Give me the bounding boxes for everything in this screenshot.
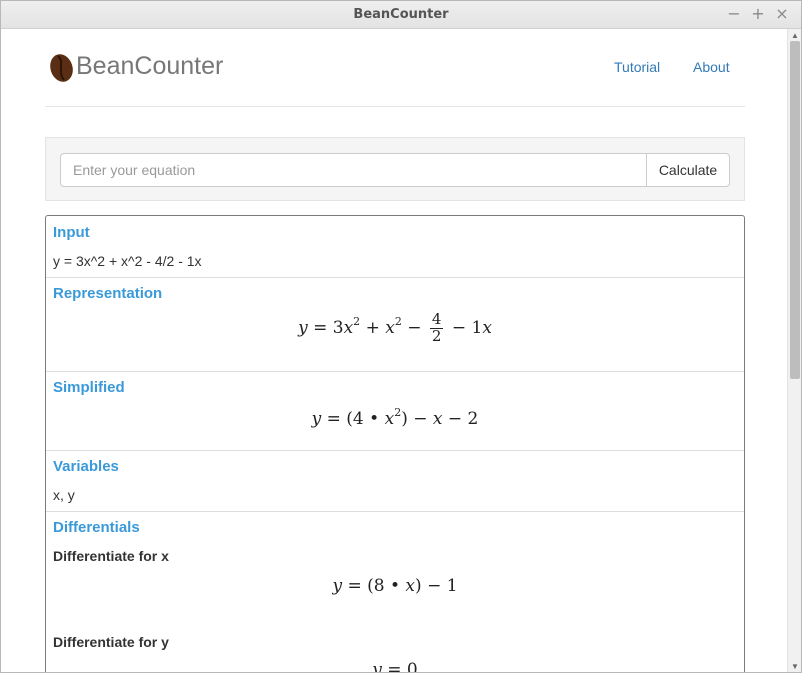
site-header: BeanCounter Tutorial About xyxy=(45,29,745,107)
close-button[interactable]: × xyxy=(772,5,792,23)
window-title: BeanCounter xyxy=(353,7,449,22)
input-echo: y = 3x^2 + x^2 - 4/2 - 1x xyxy=(53,253,202,269)
section-title-simplified: Simplified xyxy=(53,379,125,396)
differentials-section: Differentials Differentiate for x y = (8… xyxy=(46,512,744,673)
equation-form: Calculate xyxy=(45,137,745,201)
fraction: 42 xyxy=(429,310,444,345)
nav-link-tutorial[interactable]: Tutorial xyxy=(614,59,660,75)
page-content: BeanCounter Tutorial About Calculate Inp… xyxy=(1,29,787,673)
simplified-formula: y = (4 • x2) − x − 2 xyxy=(311,406,479,429)
variables-section: Variables x, y xyxy=(46,451,744,512)
brand-name[interactable]: BeanCounter xyxy=(76,52,223,81)
section-title-input: Input xyxy=(53,224,90,241)
minimize-button[interactable]: − xyxy=(724,5,744,23)
representation-section: Representation y = 3x2 + x2 − 42 − 1x xyxy=(46,278,744,372)
app-window: BeanCounter − + × BeanCounter Tutorial A… xyxy=(0,0,802,673)
section-title-differentials: Differentials xyxy=(53,519,140,536)
results-panel: Input y = 3x^2 + x^2 - 4/2 - 1x Represen… xyxy=(45,215,745,673)
differentiate-y-label: Differentiate for y xyxy=(53,634,169,650)
section-title-representation: Representation xyxy=(53,285,163,302)
differential-y-formula: y = 0 xyxy=(372,660,418,673)
simplified-section: Simplified y = (4 • x2) − x − 2 xyxy=(46,372,744,451)
input-section: Input y = 3x^2 + x^2 - 4/2 - 1x xyxy=(46,216,744,278)
section-title-variables: Variables xyxy=(53,458,119,475)
representation-formula: y = 3x2 + x2 − 42 − 1x xyxy=(298,310,492,345)
differentiate-x-label: Differentiate for x xyxy=(53,548,169,564)
differential-x-formula: y = (8 • x) − 1 xyxy=(332,576,458,596)
variables-list: x, y xyxy=(53,487,75,503)
title-bar[interactable]: BeanCounter − + × xyxy=(1,1,801,29)
vertical-scrollbar[interactable]: ▲ ▼ xyxy=(787,29,801,672)
scroll-down-icon[interactable]: ▼ xyxy=(788,660,801,672)
calculate-button[interactable]: Calculate xyxy=(646,153,730,187)
equation-input[interactable] xyxy=(60,153,646,187)
nav-link-about[interactable]: About xyxy=(693,59,730,75)
scrollbar-thumb[interactable] xyxy=(790,41,800,379)
maximize-button[interactable]: + xyxy=(748,5,768,23)
coffee-bean-icon xyxy=(50,54,73,82)
